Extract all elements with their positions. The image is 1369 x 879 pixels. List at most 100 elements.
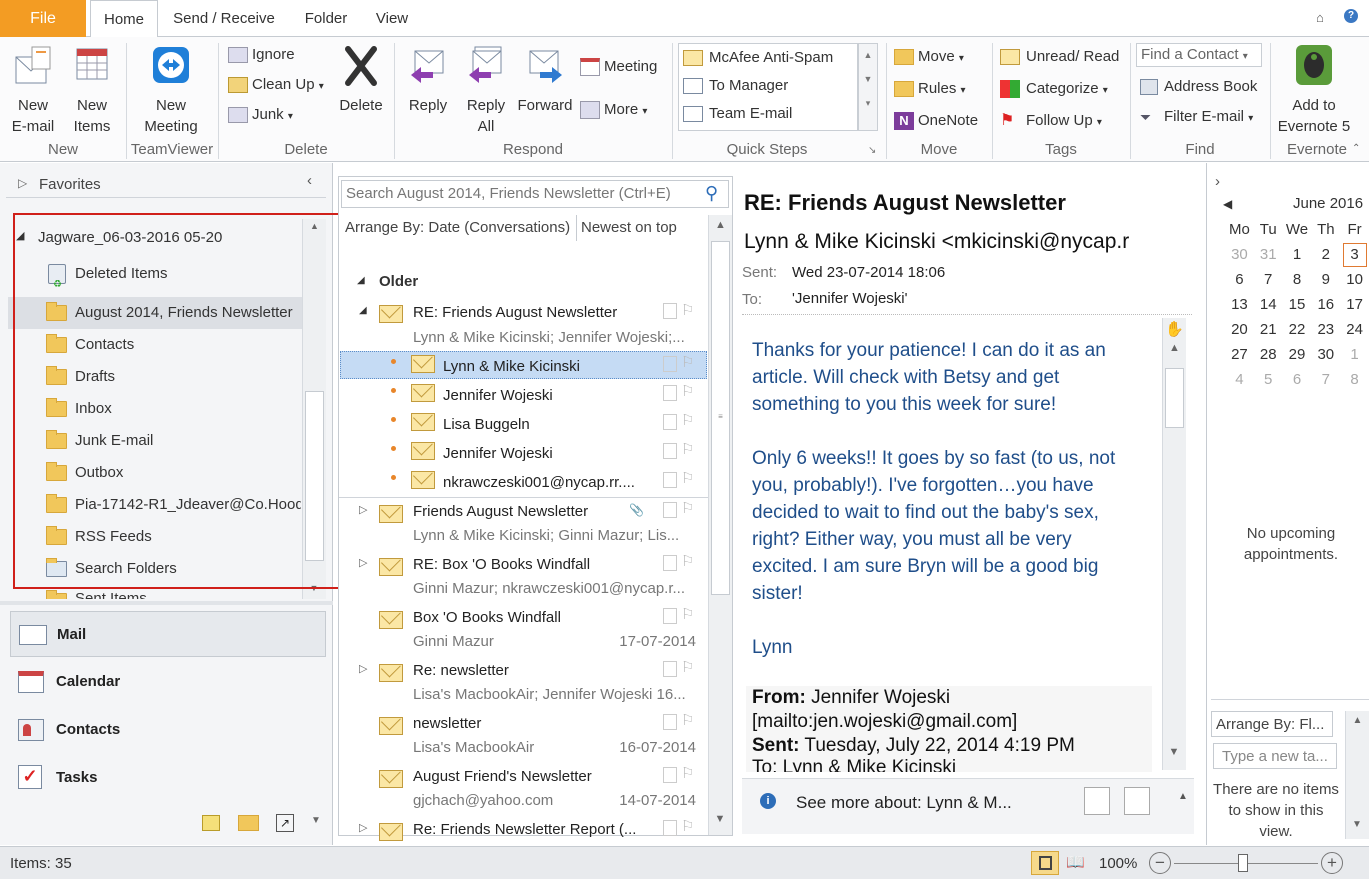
folder-list-icon[interactable] [238, 815, 259, 831]
calendar-day[interactable]: 28 [1254, 342, 1283, 367]
person-photo-icon[interactable] [1084, 787, 1110, 815]
flag-icon[interactable]: ⚐ [681, 469, 694, 487]
tasks-scrollbar[interactable]: ▲ ▼ [1345, 711, 1369, 839]
expand-favorites-icon[interactable]: ▷ [18, 176, 27, 190]
nav-calendar[interactable]: Calendar [10, 659, 326, 705]
collapse-ribbon-icon[interactable]: ⌃ [1352, 143, 1360, 154]
calendar-day[interactable]: 4 [1225, 367, 1254, 392]
quick-step-team-email[interactable]: Team E-mail [683, 104, 792, 124]
list-item[interactable]: ▷ Re: newsletter Lisa's MacbookAir; Jennif… [339, 658, 708, 711]
calendar-day[interactable]: 5 [1254, 367, 1283, 392]
calendar-day[interactable]: 14 [1254, 292, 1283, 317]
tab-send-receive[interactable]: Send / Receive [164, 0, 284, 37]
flag-icon[interactable]: ⚐ [681, 552, 694, 570]
onenote-button[interactable]: N OneNote [894, 111, 978, 131]
category-box-icon[interactable] [663, 472, 677, 488]
conversation-message[interactable]: Lynn & Mike Kicinski [443, 358, 580, 375]
categorize-button[interactable]: Categorize ▾ [1000, 79, 1108, 101]
expand-todo-icon[interactable]: › [1215, 173, 1220, 190]
category-box-icon[interactable] [663, 820, 677, 836]
flag-icon[interactable]: ⚐ [681, 764, 694, 782]
scroll-down-icon[interactable]: ▼ [1346, 819, 1368, 830]
unread-read-button[interactable]: Unread/ Read [1000, 47, 1119, 67]
person-photo-icon[interactable] [1124, 787, 1150, 815]
tab-file[interactable]: File [0, 0, 86, 37]
reply-all-button[interactable]: Reply All [458, 43, 514, 137]
expand-people-pane-icon[interactable]: ▲ [1178, 791, 1188, 802]
list-item[interactable]: newsletter Lisa's MacbookAir 16-07-2014 ⚐ [339, 711, 708, 764]
calendar-day[interactable]: 16 [1311, 292, 1340, 317]
move-button[interactable]: Move ▾ [894, 47, 964, 69]
reply-button[interactable]: Reply [400, 43, 456, 116]
flag-icon[interactable]: ⚐ [681, 411, 694, 429]
new-meeting-button[interactable]: New Meeting [136, 43, 206, 137]
flag-icon[interactable]: ⚐ [681, 658, 694, 676]
conversation-subject[interactable]: RE: Friends August Newsletter [413, 304, 617, 321]
tab-home[interactable]: Home [90, 0, 158, 38]
expand-conversation-icon[interactable]: ▷ [359, 821, 367, 834]
calendar-day[interactable]: 24 [1340, 317, 1369, 342]
scroll-down-icon[interactable]: ▼ [859, 74, 877, 84]
tab-folder[interactable]: Folder [294, 0, 358, 37]
calendar-day[interactable]: 10 [1340, 267, 1369, 292]
meeting-button[interactable]: Meeting [580, 57, 657, 77]
calendar-day[interactable]: 17 [1340, 292, 1369, 317]
zoom-level[interactable]: 100% [1099, 855, 1137, 872]
more-respond-button[interactable]: More ▾ [580, 100, 647, 122]
category-box-icon[interactable] [663, 385, 677, 401]
arrange-by-button[interactable]: Arrange By: Date (Conversations) [339, 215, 577, 241]
filter-email-button[interactable]: ⏷ Filter E-mail ▾ [1140, 107, 1253, 129]
zoom-out-icon[interactable]: − [1149, 852, 1171, 874]
category-box-icon[interactable] [663, 356, 677, 372]
expand-conversation-icon[interactable]: ▷ [359, 503, 367, 516]
calendar-day[interactable]: 29 [1283, 342, 1312, 367]
help-icon[interactable]: ? [1344, 9, 1358, 23]
conversation-message[interactable]: Lisa Buggeln [443, 416, 530, 433]
tasks-arrange-by[interactable]: Arrange By: Fl... [1211, 711, 1333, 737]
list-item[interactable]: ▷ Friends August Newsletter Lynn & Mike Ki… [339, 499, 708, 552]
quick-step-to-manager[interactable]: To Manager [683, 76, 788, 96]
new-items-button[interactable]: New Items [62, 43, 122, 137]
normal-view-icon[interactable] [1031, 851, 1059, 875]
nav-contacts[interactable]: Contacts [10, 707, 326, 753]
category-box-icon[interactable] [663, 608, 677, 624]
calendar-day[interactable]: 1 [1340, 342, 1369, 367]
follow-up-button[interactable]: ⚑ Follow Up ▾ [1000, 111, 1102, 133]
minimize-ribbon-icon[interactable]: ⌂ [1316, 10, 1324, 25]
flag-icon[interactable]: ⚐ [681, 605, 694, 623]
address-book-button[interactable]: Address Book [1140, 77, 1257, 97]
calendar-day[interactable]: 2 [1311, 242, 1340, 267]
forward-button[interactable]: Forward [514, 43, 576, 116]
category-box-icon[interactable] [663, 661, 677, 677]
category-box-icon[interactable] [663, 443, 677, 459]
list-item[interactable]: Box 'O Books Windfall Ginni Mazur 17-07-20… [339, 605, 708, 658]
conversation-message[interactable]: Jennifer Wojeski [443, 387, 553, 404]
calendar-day[interactable]: 6 [1283, 367, 1312, 392]
flag-icon[interactable]: ⚐ [681, 353, 694, 371]
calendar-day[interactable]: 20 [1225, 317, 1254, 342]
pane-splitter[interactable] [0, 601, 333, 605]
calendar-day[interactable]: 31 [1254, 242, 1283, 267]
category-box-icon[interactable] [663, 414, 677, 430]
search-input[interactable]: Search August 2014, Friends Newsletter (… [341, 180, 729, 208]
shortcuts-icon[interactable]: ↗ [276, 814, 294, 832]
favorites-header[interactable]: Favorites [39, 176, 101, 193]
flag-icon[interactable]: ⚐ [681, 499, 694, 517]
list-item[interactable]: August Friend's Newsletter gjchach@yahoo.… [339, 764, 708, 817]
collapse-group-icon[interactable]: ◢ [357, 275, 365, 286]
calendar-day[interactable]: 9 [1311, 267, 1340, 292]
calendar-day[interactable]: 6 [1225, 267, 1254, 292]
scroll-down-icon[interactable]: ▼ [709, 813, 731, 825]
calendar-day[interactable]: 21 [1254, 317, 1283, 342]
zoom-slider-thumb[interactable] [1238, 854, 1248, 872]
add-to-evernote-button[interactable]: Add to Evernote 5 [1274, 43, 1354, 137]
clean-up-button[interactable]: Clean Up ▾ [228, 75, 324, 97]
scroll-up-icon[interactable]: ▲ [1346, 715, 1369, 726]
conversation-message[interactable]: Jennifer Wojeski [443, 445, 553, 462]
calendar-day[interactable]: 8 [1283, 267, 1312, 292]
delete-button[interactable]: Delete [334, 43, 388, 116]
scroll-up-icon[interactable]: ▲ [1163, 342, 1186, 354]
collapse-conversation-icon[interactable]: ◢ [359, 305, 367, 316]
message-from[interactable]: Lynn & Mike Kicinski <mkicinski@nycap.r [744, 230, 1196, 254]
junk-button[interactable]: Junk ▾ [228, 105, 293, 127]
